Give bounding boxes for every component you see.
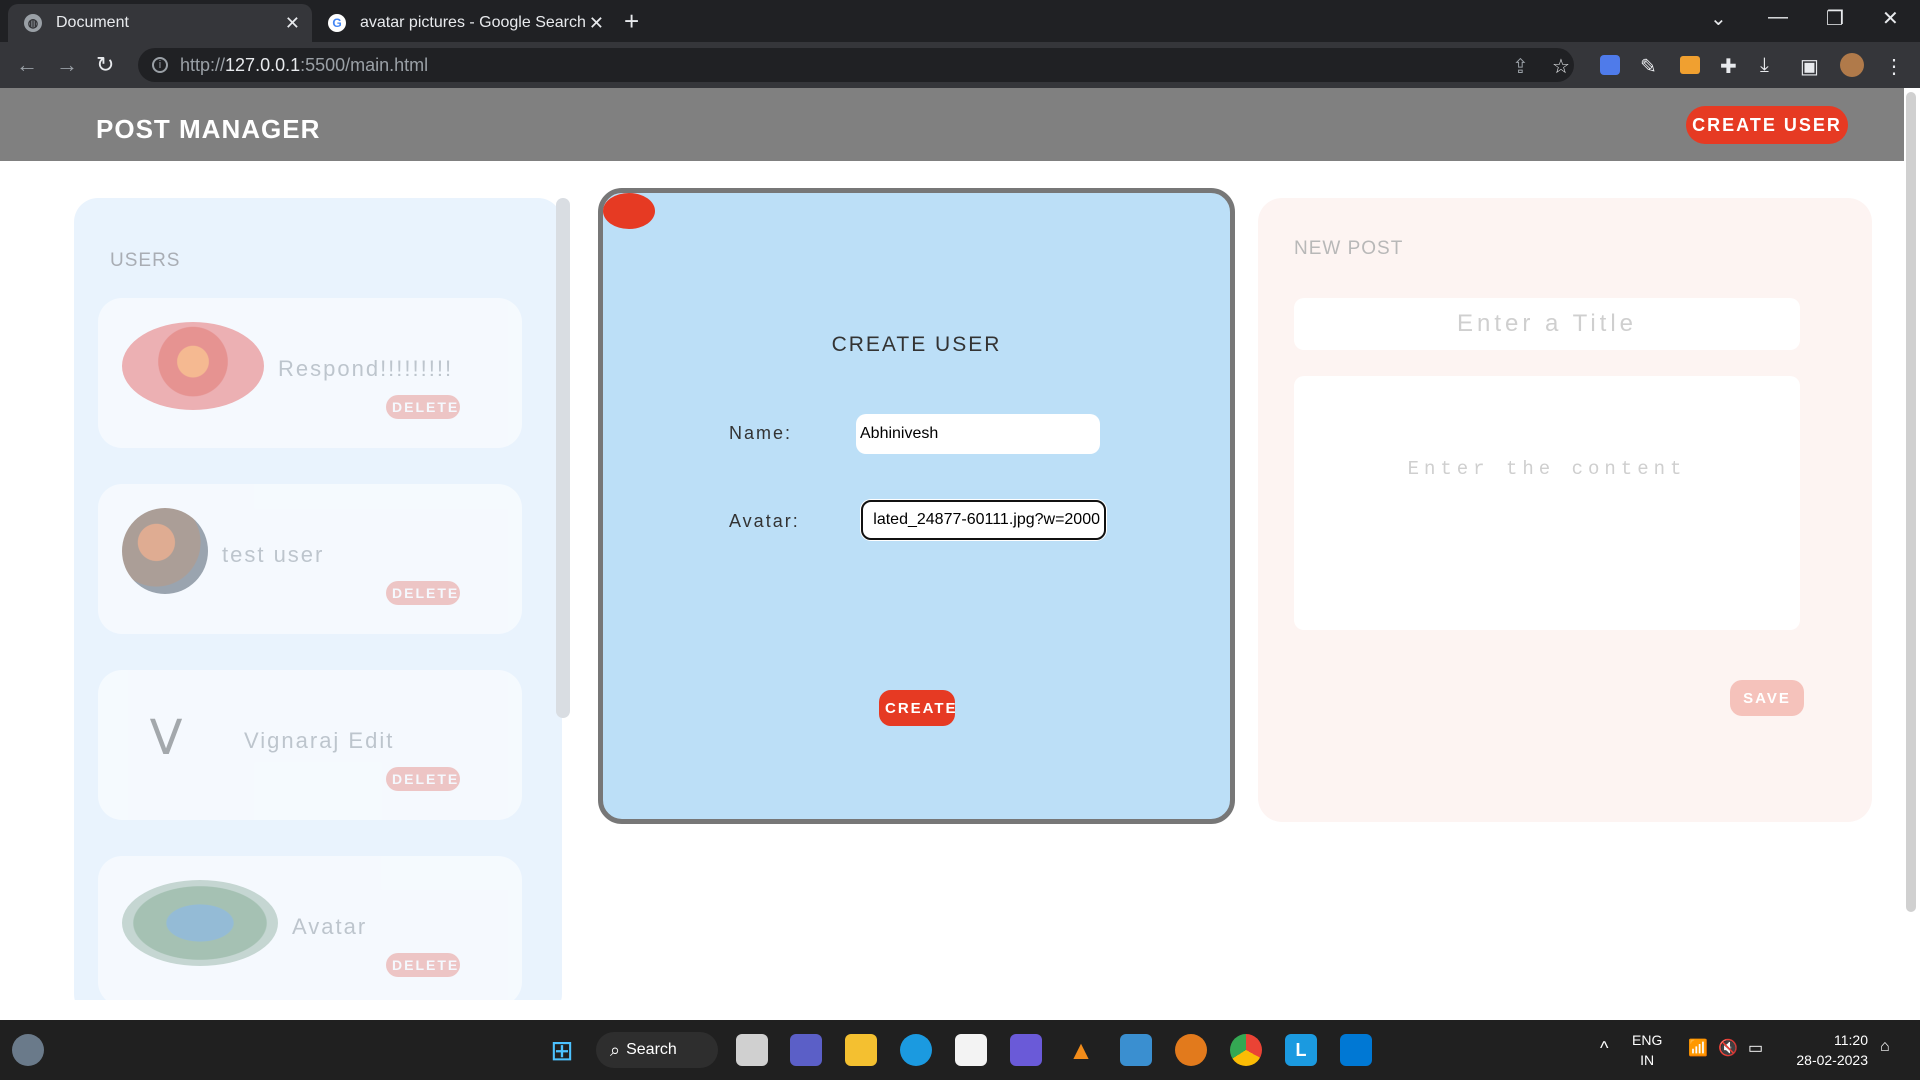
back-icon[interactable]: ←	[16, 52, 38, 78]
pen-extension-icon[interactable]: ✎	[1640, 54, 1657, 79]
new-post-title: NEW POST	[1294, 238, 1404, 259]
vscode-icon[interactable]	[1340, 1034, 1372, 1066]
v-logo-avatar: V	[149, 710, 183, 766]
teams-icon[interactable]	[790, 1034, 822, 1066]
save-button[interactable]: SAVE	[1730, 680, 1804, 716]
menu-kebab-icon[interactable]: ⋮	[1884, 54, 1904, 79]
file-explorer-icon[interactable]	[845, 1034, 877, 1066]
lang-text: ENG	[1632, 1032, 1663, 1048]
tab-google-search[interactable]: G avatar pictures - Google Search ✕	[312, 4, 616, 42]
bookmark-star-icon[interactable]: ☆	[1552, 54, 1570, 79]
browser-tab-bar: ◍ Document ✕ G avatar pictures - Google …	[0, 0, 1920, 42]
l-app-icon[interactable]: L	[1285, 1034, 1317, 1066]
close-window-icon[interactable]: ✕	[1882, 6, 1899, 31]
create-user-modal: CREATE USER Name: Avatar: CREATE	[598, 188, 1235, 824]
post-title-input[interactable]: Enter a Title	[1294, 298, 1800, 350]
keyboard-app-icon[interactable]	[1120, 1034, 1152, 1066]
bing-icon[interactable]	[1010, 1034, 1042, 1066]
extension-icon[interactable]	[1600, 55, 1620, 75]
app-title: POST MANAGER	[96, 114, 321, 144]
user-card: Respond!!!!!!!!! DELETE	[98, 298, 522, 448]
edge-icon[interactable]	[900, 1034, 932, 1066]
tab-document[interactable]: ◍ Document ✕	[8, 4, 312, 42]
globe-icon: ◍	[24, 14, 42, 32]
time-text: 11:20	[1834, 1032, 1868, 1048]
chrome-icon[interactable]	[1230, 1034, 1262, 1066]
store-icon[interactable]	[955, 1034, 987, 1066]
battery-icon[interactable]: ▭	[1748, 1038, 1763, 1058]
url-host: 127.0.0.1	[225, 54, 301, 75]
wifi-icon[interactable]: 📶	[1688, 1038, 1708, 1058]
puzzle-icon[interactable]: ✚	[1720, 54, 1737, 79]
tab-title: avatar pictures - Google Search	[360, 14, 586, 31]
region-text: IN	[1640, 1052, 1655, 1068]
user-card: Avatar DELETE	[98, 856, 522, 1000]
browser-toolbar: ← → ↻ i http://127.0.0.1:5500/main.html …	[0, 42, 1920, 88]
user-card: test user DELETE	[98, 484, 522, 634]
site-info-icon[interactable]: i	[152, 57, 168, 73]
close-tab-icon[interactable]: ✕	[589, 13, 604, 34]
user-avatar	[122, 322, 264, 410]
avatar-label: Avatar:	[729, 511, 800, 531]
delete-user-button[interactable]: DELETE	[386, 395, 460, 419]
restore-icon[interactable]: ❐	[1826, 6, 1844, 31]
date-text: 28-02-2023	[1796, 1052, 1868, 1068]
delete-user-button[interactable]: DELETE	[386, 581, 460, 605]
google-icon: G	[328, 14, 346, 32]
url-prefix: http://	[180, 54, 226, 75]
new-tab-icon[interactable]: +	[624, 6, 639, 37]
user-name: Vignaraj Edit	[244, 728, 395, 753]
profile-avatar[interactable]	[1840, 53, 1864, 77]
modal-title: CREATE USER	[831, 333, 1002, 356]
users-scrollbar[interactable]	[556, 198, 570, 718]
task-view-icon[interactable]	[736, 1034, 768, 1066]
name-input[interactable]	[856, 414, 1100, 454]
notification-icon[interactable]: ⌂	[1880, 1038, 1890, 1056]
windows-start-icon[interactable]: ⊞	[546, 1034, 578, 1066]
user-name: Respond!!!!!!!!!	[278, 356, 454, 381]
language-indicator[interactable]: ENG IN	[1632, 1030, 1662, 1070]
taskbar-search[interactable]: ⌕ Search	[596, 1032, 718, 1068]
tab-title: Document	[56, 14, 129, 31]
clock[interactable]: 11:20 28-02-2023	[1782, 1030, 1868, 1070]
address-bar[interactable]: i http://127.0.0.1:5500/main.html	[138, 48, 1574, 82]
tab-search-chevron-icon[interactable]: ⌄	[1710, 6, 1727, 31]
vertical-scrollbar[interactable]	[1906, 92, 1916, 912]
chevron-up-icon[interactable]: ^	[1600, 1038, 1608, 1059]
delete-user-button[interactable]: DELETE	[386, 953, 460, 977]
fl-studio-icon[interactable]	[1175, 1034, 1207, 1066]
user-name: Avatar	[292, 914, 368, 939]
delete-user-button[interactable]: DELETE	[386, 767, 460, 791]
forward-icon[interactable]: →	[56, 52, 78, 78]
download-icon[interactable]: ⤓	[1760, 54, 1769, 77]
close-tab-icon[interactable]: ✕	[285, 13, 300, 34]
avatar-url-input[interactable]	[861, 500, 1106, 540]
share-icon[interactable]: ⇪	[1512, 54, 1529, 79]
user-avatar	[122, 880, 278, 966]
volume-muted-icon[interactable]: 🔇	[1718, 1038, 1738, 1058]
post-content-textarea[interactable]: Enter the content	[1294, 376, 1800, 630]
search-icon: ⌕	[610, 1039, 621, 1060]
users-title: USERS	[110, 250, 181, 271]
app-header: POST MANAGER CREATE USER	[0, 88, 1904, 161]
page-viewport: POST MANAGER CREATE USER USERS Respond!!…	[0, 88, 1904, 1000]
url-rest: :5500/main.html	[300, 54, 429, 75]
name-label: Name:	[729, 423, 793, 443]
create-user-button[interactable]: CREATE USER	[1686, 106, 1848, 144]
weather-icon[interactable]	[12, 1034, 44, 1066]
image-extension-icon[interactable]	[1680, 56, 1700, 74]
users-panel: USERS Respond!!!!!!!!! DELETE test user …	[74, 198, 562, 1000]
modal-close-button[interactable]	[603, 193, 655, 229]
create-button[interactable]: CREATE	[879, 690, 956, 726]
user-card: V Vignaraj Edit DELETE	[98, 670, 522, 820]
windows-taskbar: ⊞ ⌕ Search ▲ L ^ ENG IN 📶 🔇 ▭ 11:20 28-02…	[0, 1020, 1920, 1080]
reload-icon[interactable]: ↻	[96, 52, 114, 78]
new-post-panel: NEW POST Enter a Title Enter the content…	[1258, 198, 1872, 822]
user-avatar	[122, 508, 208, 594]
search-label: Search	[626, 1041, 677, 1058]
minimize-icon[interactable]: —	[1768, 6, 1788, 29]
side-panel-icon[interactable]: ▣	[1800, 54, 1819, 79]
user-name: test user	[222, 542, 325, 567]
vlc-icon[interactable]: ▲	[1065, 1034, 1097, 1066]
